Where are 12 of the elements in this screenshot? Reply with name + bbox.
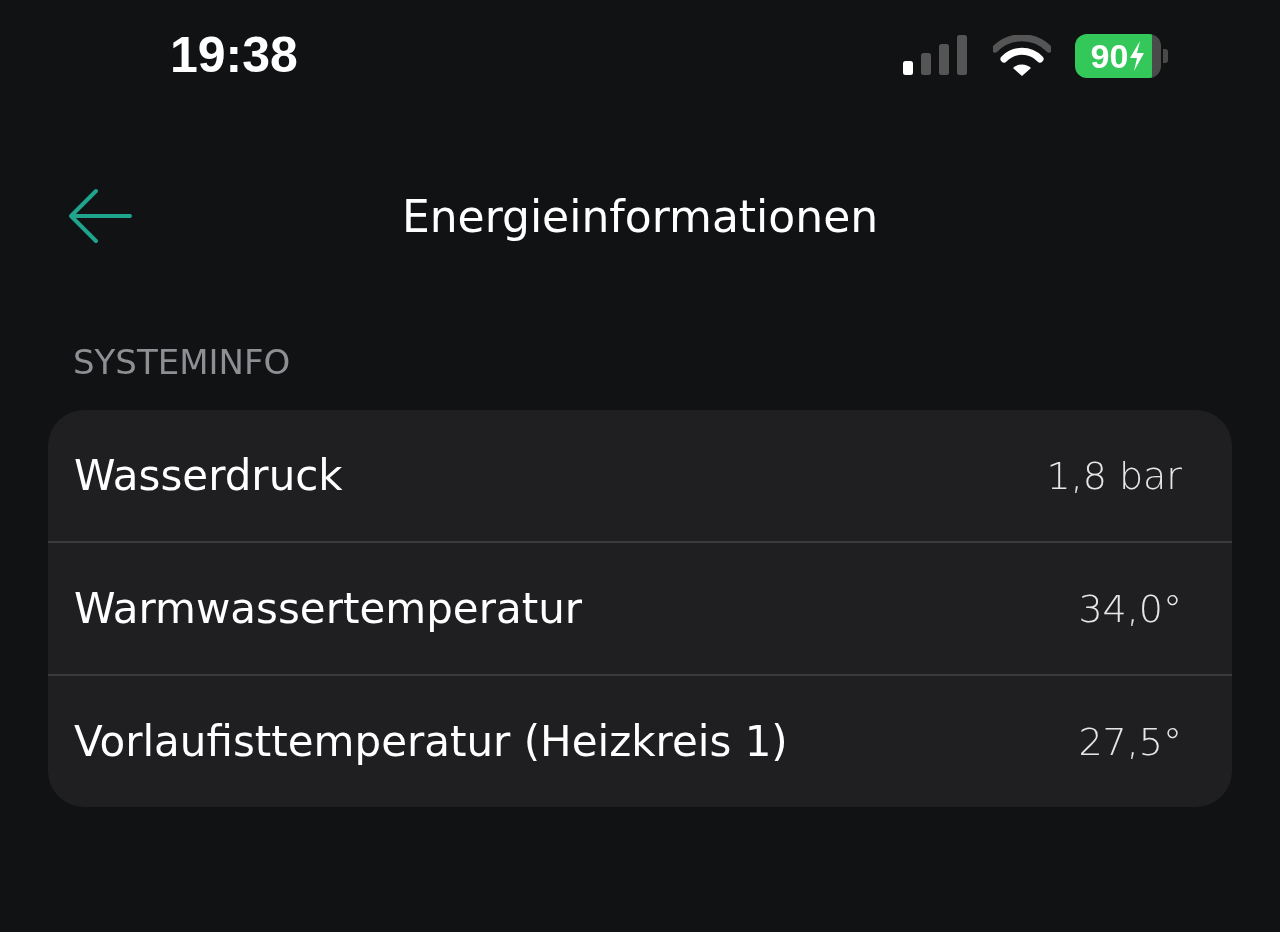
section-title: SYSTEMINFO [73, 342, 292, 384]
row-value: 1,8 bar [1046, 453, 1182, 498]
row-label: Vorlaufisttemperatur (Heizkreis 1) [74, 717, 788, 766]
screen-title: Energieinformationen [401, 190, 879, 242]
wifi-icon [993, 35, 1051, 77]
row-label: Wasserdruck [74, 451, 343, 500]
row-value: 27,5° [1078, 719, 1182, 764]
row-label: Warmwassertemperatur [74, 584, 583, 633]
back-button[interactable] [68, 188, 132, 244]
status-time: 19:38 [170, 26, 298, 84]
signal-icon [903, 35, 969, 77]
row-value: 34,0° [1078, 586, 1182, 631]
